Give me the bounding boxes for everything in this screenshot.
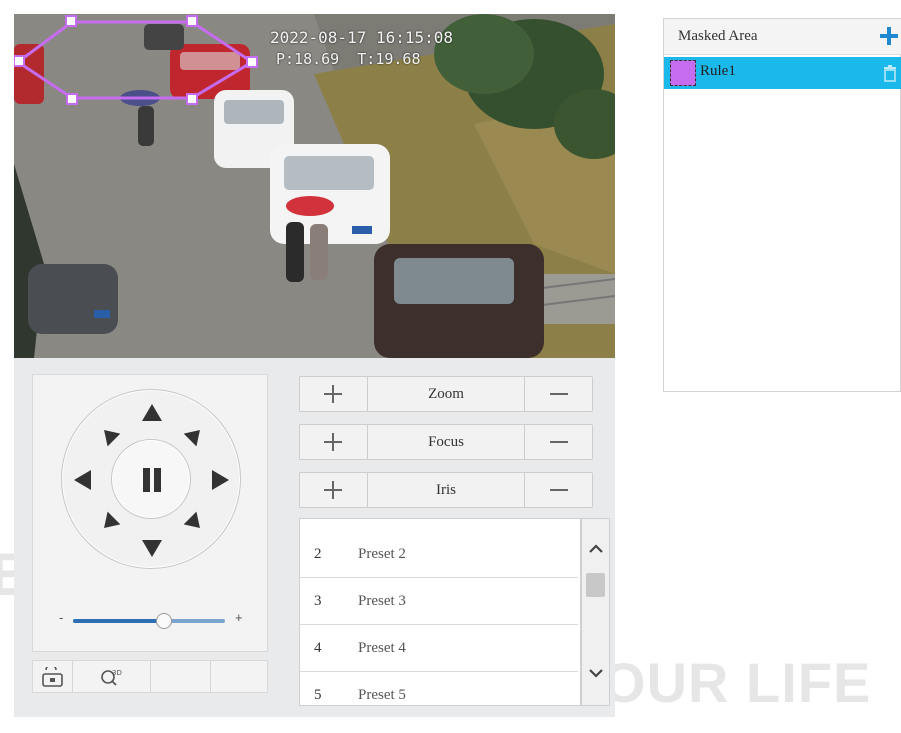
- list-item[interactable]: 2 Preset 2: [300, 532, 578, 578]
- trash-icon[interactable]: [883, 64, 897, 82]
- focus-far-button[interactable]: [524, 425, 592, 459]
- mask-rule-name: Rule1: [700, 63, 736, 79]
- lock-button[interactable]: [33, 661, 73, 692]
- toolbar-empty-slot: [151, 661, 211, 692]
- pan-right-arrow-icon[interactable]: [212, 470, 229, 490]
- zoom-label: Zoom: [428, 386, 464, 402]
- focus-label: Focus: [428, 434, 464, 450]
- preset-name: Preset 3: [358, 593, 406, 609]
- focus-near-button[interactable]: [300, 425, 368, 459]
- mask-rule-row[interactable]: Rule1: [664, 57, 901, 89]
- zoom-out-button[interactable]: [524, 377, 592, 411]
- scrollbar-thumb[interactable]: [586, 573, 605, 597]
- ptz-toolbar: 3D: [32, 660, 268, 693]
- pause-icon: [141, 468, 163, 492]
- iris-control: Iris: [299, 472, 593, 508]
- 3d-positioning-button[interactable]: 3D: [91, 661, 151, 692]
- control-panel: - + 3D Zoom Focus Iris 2 Preset 2 3 Pres…: [14, 358, 615, 717]
- osd-coordinates: P:18.69 T:19.68: [276, 50, 421, 68]
- pan-down-right-arrow-icon[interactable]: [183, 511, 207, 535]
- pan-up-right-arrow-icon[interactable]: [183, 423, 207, 447]
- speed-fill: [73, 619, 165, 623]
- iris-close-button[interactable]: [524, 473, 592, 507]
- ptz-speed-slider[interactable]: - +: [55, 610, 251, 629]
- ptz-control: - +: [32, 374, 268, 652]
- zoom-in-button[interactable]: [300, 377, 368, 411]
- masked-area-title: Masked Area: [678, 28, 758, 44]
- preset-number: 4: [314, 640, 322, 656]
- direction-pad: [61, 389, 241, 569]
- pan-down-arrow-icon[interactable]: [142, 540, 162, 557]
- chevron-down-icon[interactable]: [588, 669, 604, 679]
- focus-control: Focus: [299, 424, 593, 460]
- video-feed[interactable]: 2022-08-17 16:15:08 P:18.69 T:19.68: [14, 14, 615, 358]
- speed-track[interactable]: [73, 613, 225, 629]
- speed-thumb[interactable]: [156, 613, 173, 629]
- speed-max-label: +: [235, 610, 243, 625]
- lock-icon: [42, 667, 63, 687]
- svg-text:3D: 3D: [112, 669, 122, 677]
- preset-number: 3: [314, 593, 322, 609]
- iris-open-button[interactable]: [300, 473, 368, 507]
- chevron-up-icon[interactable]: [588, 543, 604, 553]
- speed-min-label: -: [59, 610, 64, 625]
- list-item[interactable]: 4 Preset 4: [300, 626, 578, 672]
- mask-color-swatch[interactable]: [670, 60, 696, 86]
- preset-name: Preset 2: [358, 546, 406, 562]
- preset-name: Preset 5: [358, 687, 406, 703]
- pan-up-arrow-icon[interactable]: [142, 404, 162, 421]
- stop-button[interactable]: [111, 439, 191, 519]
- pan-down-left-arrow-icon[interactable]: [97, 511, 121, 535]
- masked-area-panel: Masked Area Rule1: [663, 18, 901, 392]
- list-item[interactable]: 5 Preset 5: [300, 673, 578, 705]
- list-item[interactable]: 3 Preset 3: [300, 579, 578, 625]
- zoom-control: Zoom: [299, 376, 593, 412]
- osd-timestamp: 2022-08-17 16:15:08: [270, 28, 454, 47]
- preset-number: 5: [314, 687, 322, 703]
- preset-scrollbar[interactable]: [581, 518, 610, 706]
- iris-label: Iris: [436, 482, 456, 498]
- add-mask-button[interactable]: [878, 25, 900, 47]
- preset-name: Preset 4: [358, 640, 406, 656]
- masked-area-header: Masked Area: [664, 19, 901, 55]
- pan-up-left-arrow-icon[interactable]: [97, 423, 121, 447]
- preset-number: 2: [314, 546, 322, 562]
- 3d-zoom-icon: 3D: [101, 669, 122, 686]
- preset-list: 2 Preset 2 3 Preset 3 4 Preset 4 5 Prese…: [299, 518, 581, 706]
- pan-left-arrow-icon[interactable]: [74, 470, 91, 490]
